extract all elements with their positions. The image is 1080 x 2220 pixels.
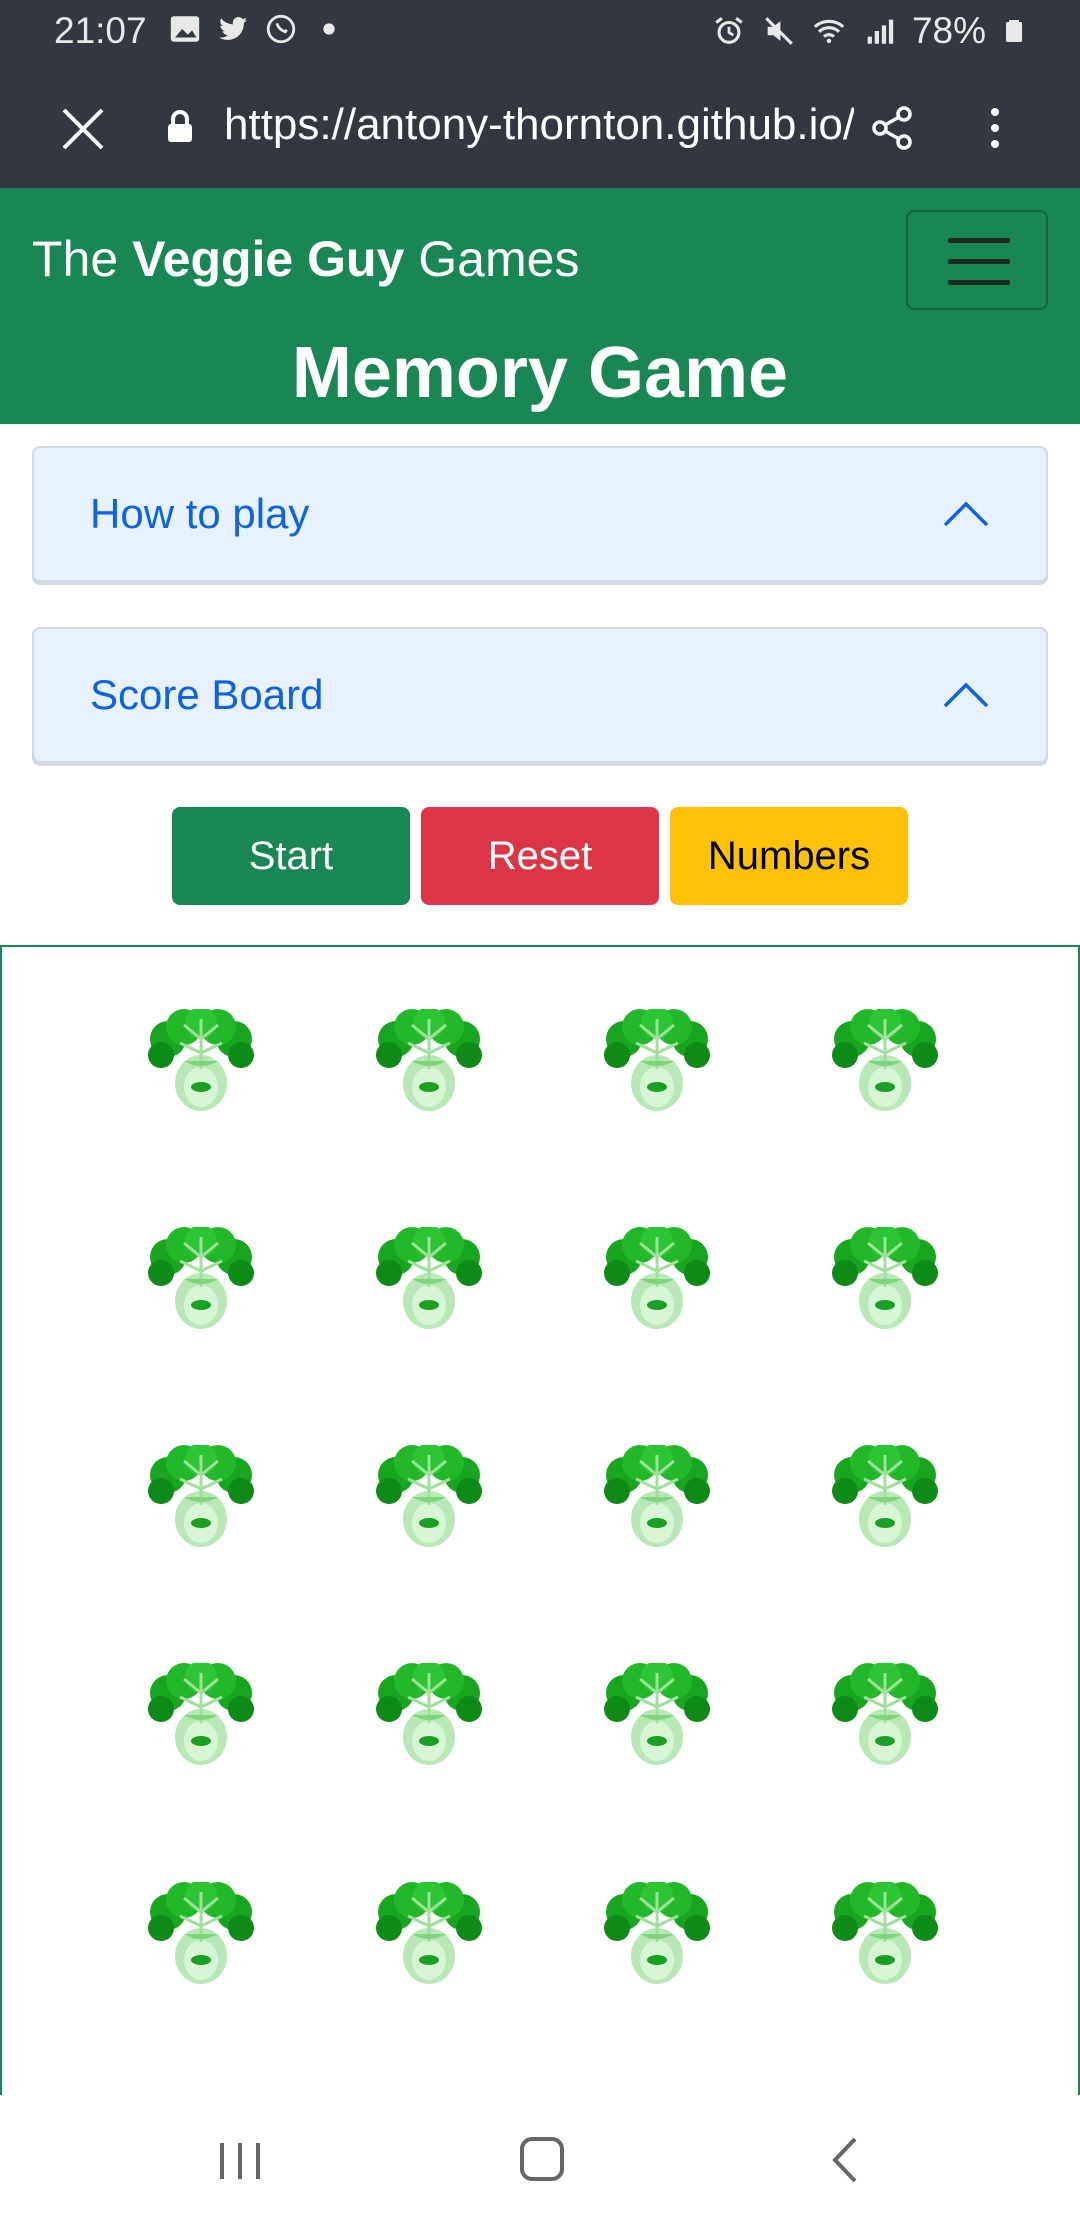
home-icon[interactable] — [512, 2135, 572, 2185]
score-board-accordion[interactable]: Score Board — [32, 627, 1048, 763]
memory-card[interactable] — [144, 1661, 258, 1767]
battery-percent: 78% — [911, 10, 986, 51]
memory-card[interactable] — [372, 1443, 486, 1549]
game-board — [0, 945, 1080, 2095]
status-bar: 21:07 78% — [0, 0, 1080, 62]
alarm-icon — [715, 17, 743, 44]
bok-choy-icon — [372, 1225, 486, 1335]
memory-card[interactable] — [144, 1880, 258, 1986]
memory-card[interactable] — [144, 1007, 258, 1113]
bok-choy-icon — [828, 1443, 942, 1553]
gallery-icon — [170, 16, 200, 42]
browser-toolbar: https://antony-thornton.github.io/ — [0, 62, 1080, 188]
bok-choy-icon — [828, 1880, 942, 1990]
bok-choy-icon — [600, 1443, 714, 1553]
memory-card[interactable] — [600, 1880, 714, 1986]
score-board-label: Score Board — [90, 671, 324, 718]
brand-suffix: Games — [404, 231, 580, 287]
twitter-icon — [218, 17, 248, 40]
memory-card[interactable] — [828, 1880, 942, 1986]
bok-choy-icon — [828, 1007, 942, 1117]
bok-choy-icon — [600, 1225, 714, 1335]
bok-choy-icon — [600, 1007, 714, 1117]
bok-choy-icon — [828, 1661, 942, 1771]
back-icon[interactable] — [815, 2135, 875, 2185]
system-navigation-bar — [0, 2095, 1080, 2220]
clock: 21:07 — [54, 10, 147, 51]
memory-card[interactable] — [600, 1661, 714, 1767]
bok-choy-icon — [144, 1225, 258, 1335]
more-options-icon[interactable] — [980, 104, 1010, 152]
memory-card[interactable] — [144, 1443, 258, 1549]
how-to-play-label: How to play — [90, 490, 310, 537]
bok-choy-icon — [600, 1880, 714, 1990]
signal-icon — [867, 19, 894, 44]
memory-card[interactable] — [600, 1225, 714, 1331]
chevron-up-icon — [943, 501, 989, 527]
bok-choy-icon — [600, 1661, 714, 1771]
battery-icon — [1006, 20, 1022, 42]
page-title: Memory Game — [291, 333, 789, 413]
recent-apps-icon[interactable] — [210, 2135, 270, 2185]
mute-icon — [765, 17, 793, 45]
url-field[interactable]: https://antony-thornton.github.io/ — [224, 100, 854, 150]
brand-bold: Veggie Guy — [132, 231, 405, 287]
numbers-button[interactable]: Numbers — [670, 807, 908, 905]
bok-choy-icon — [372, 1880, 486, 1990]
memory-card[interactable] — [600, 1443, 714, 1549]
reset-button[interactable]: Reset — [421, 807, 659, 905]
chevron-up-icon — [943, 682, 989, 708]
memory-card[interactable] — [372, 1007, 486, 1113]
bok-choy-icon — [144, 1880, 258, 1990]
memory-card[interactable] — [372, 1880, 486, 1986]
share-icon[interactable] — [868, 104, 916, 152]
menu-toggle-button[interactable] — [906, 210, 1048, 310]
start-button[interactable]: Start — [172, 807, 410, 905]
memory-card[interactable] — [144, 1225, 258, 1331]
bok-choy-icon — [372, 1007, 486, 1117]
brand-link[interactable]: The Veggie Guy Games — [32, 230, 579, 288]
memory-card[interactable] — [828, 1007, 942, 1113]
dot-icon — [323, 23, 335, 35]
bok-choy-icon — [144, 1443, 258, 1553]
memory-card[interactable] — [828, 1443, 942, 1549]
memory-card[interactable] — [828, 1225, 942, 1331]
bok-choy-icon — [828, 1225, 942, 1335]
lock-icon — [168, 110, 192, 142]
bok-choy-icon — [372, 1661, 486, 1771]
bok-choy-icon — [144, 1007, 258, 1117]
close-icon[interactable] — [58, 104, 108, 154]
site-navbar: The Veggie Guy Games Memory Game — [0, 188, 1080, 424]
bok-choy-icon — [144, 1661, 258, 1771]
how-to-play-accordion[interactable]: How to play — [32, 446, 1048, 582]
memory-card[interactable] — [828, 1661, 942, 1767]
bok-choy-icon — [372, 1443, 486, 1553]
brand-prefix: The — [32, 231, 133, 287]
memory-card[interactable] — [600, 1007, 714, 1113]
memory-card[interactable] — [372, 1225, 486, 1331]
wifi-icon — [813, 19, 845, 44]
whatsapp-icon — [266, 14, 296, 44]
memory-card[interactable] — [372, 1661, 486, 1767]
